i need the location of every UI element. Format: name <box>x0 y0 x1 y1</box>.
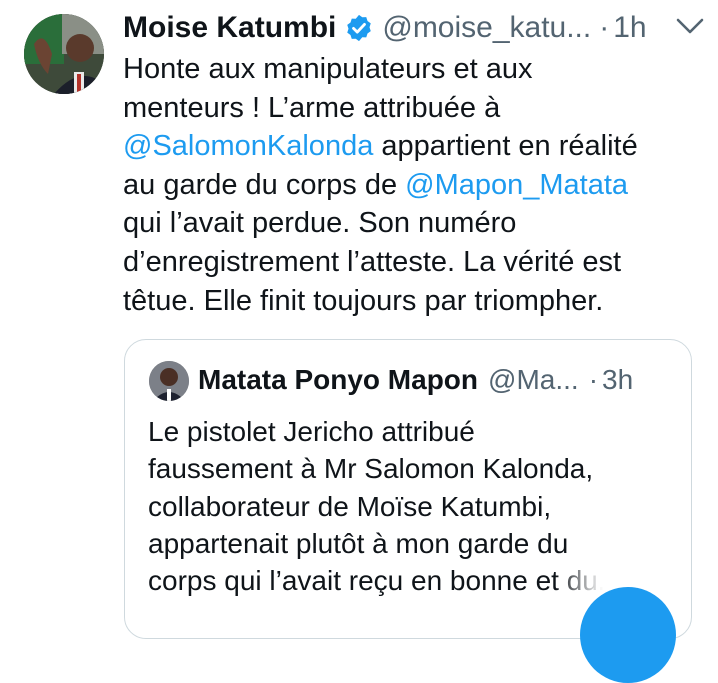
quoted-author-avatar[interactable] <box>149 361 189 401</box>
quoted-text-line: appartenait plutôt à mon garde du <box>148 527 569 559</box>
compose-fab-icon[interactable] <box>580 587 676 683</box>
tweet-text-line: têtue. Elle finit toujours par triompher… <box>123 282 703 321</box>
quoted-tweet-header: Matata Ponyo Mapon @Ma... · 3h <box>198 360 633 400</box>
tweet-text-segment: menteurs ! L’arme attribuée à <box>123 91 501 124</box>
author-name[interactable]: Moise Katumbi <box>123 11 336 45</box>
more-options-icon[interactable] <box>672 14 708 38</box>
tweet-text-line: d’enregistrement l’atteste. La vérité es… <box>123 243 703 282</box>
tweet[interactable]: Moise Katumbi @moise_katu... · 1h Honte … <box>0 0 718 683</box>
tweet-text-segment: qui l’avait perdue. Son numéro <box>123 207 517 240</box>
dot-separator: · <box>599 11 610 44</box>
tweet-text-segment: au garde du corps de <box>123 168 406 201</box>
quoted-author-handle[interactable]: @Ma... <box>488 364 579 396</box>
tweet-text-segment: Honte aux manipulateurs et aux <box>123 53 533 85</box>
author-avatar[interactable] <box>24 14 104 94</box>
quoted-text-line: collaborateur de Moïse Katumbi, <box>148 490 552 522</box>
author-handle[interactable]: @moise_katu... <box>382 11 591 45</box>
quoted-text-line: Le pistolet Jericho attribué <box>148 416 475 447</box>
tweet-text-line: menteurs ! L’arme attribuée à <box>123 89 703 128</box>
tweet-text-segment: d’enregistrement l’atteste. La vérité es… <box>123 245 622 278</box>
quoted-text-line: faussement à Mr Salomon Kalonda, <box>148 453 594 485</box>
quoted-author-name[interactable]: Matata Ponyo Mapon <box>198 364 478 396</box>
author-avatar-image <box>24 14 104 94</box>
tweet-text-line: @SalomonKalonda appartient en réalité <box>123 127 703 166</box>
tweet-text-line: Honte aux manipulateurs et aux <box>123 50 703 89</box>
tweet-text: Honte aux manipulateurs et aux menteurs !… <box>123 50 703 320</box>
mention-link[interactable]: @SalomonKalonda <box>123 130 373 162</box>
quoted-avatar-image <box>149 361 189 401</box>
tweet-text-segment: têtue. Elle finit toujours par triompher… <box>123 284 604 317</box>
tweet-text-segment: appartient en réalité <box>373 130 638 163</box>
verified-badge-icon <box>344 13 374 43</box>
tweet-text-line: qui l’avait perdue. Son numéro <box>123 204 703 243</box>
quoted-timestamp[interactable]: 3h <box>602 364 633 396</box>
tweet-timestamp[interactable]: 1h <box>613 11 646 45</box>
tweet-text-line: au garde du corps de @Mapon_Matata <box>123 166 703 205</box>
tweet-header: Moise Katumbi @moise_katu... · 1h <box>123 8 683 48</box>
quoted-dot-separator: · <box>588 364 599 395</box>
mention-link[interactable]: @Mapon_Matata <box>405 169 628 201</box>
